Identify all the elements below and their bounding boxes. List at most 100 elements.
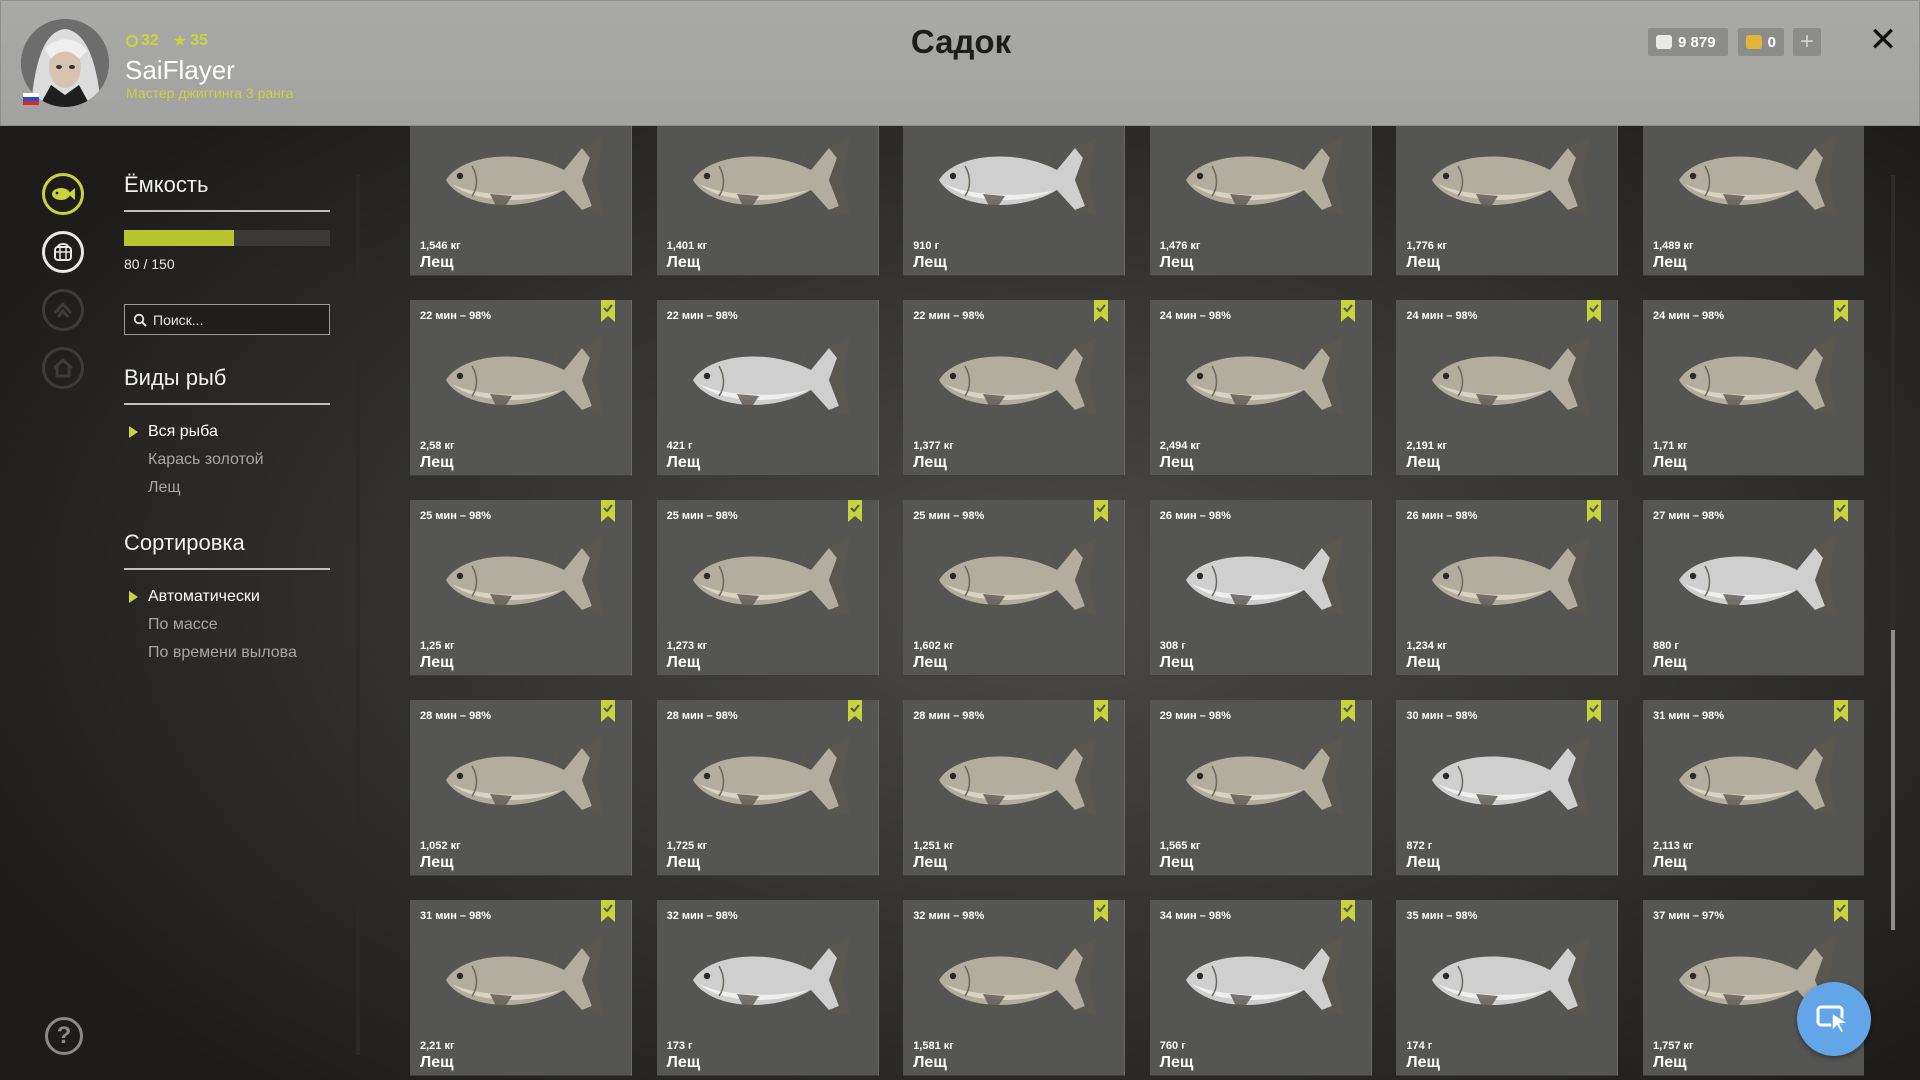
fish-card[interactable]: 24 мин – 98% 1,71 кг Лещ	[1642, 300, 1864, 476]
bookmark-icon[interactable]	[1587, 300, 1602, 322]
fish-card[interactable]: 910 г Лещ	[903, 126, 1126, 276]
fish-card[interactable]: 28 мин – 98% 1,725 кг Лещ	[656, 700, 879, 876]
catch-time: 26 мин – 98%	[1406, 510, 1478, 522]
fish-image	[1665, 732, 1845, 822]
fish-card[interactable]: 35 мин – 98% 174 г Лещ	[1396, 900, 1619, 1076]
fish-card[interactable]: 26 мин – 98% 1,234 кг Лещ	[1396, 500, 1619, 676]
fish-card[interactable]: 28 мин – 98% 1,251 кг Лещ	[903, 700, 1126, 876]
keepnet-tab-icon[interactable]	[42, 231, 84, 273]
sort-option-item[interactable]: Автоматически	[124, 583, 330, 611]
fish-tab-icon[interactable]	[42, 173, 84, 215]
plus-icon[interactable]: +	[1793, 28, 1821, 56]
fish-card[interactable]: 1,476 кг Лещ	[1149, 126, 1372, 276]
upgrade-tab-icon[interactable]	[42, 289, 84, 331]
bookmark-icon[interactable]	[1833, 700, 1848, 722]
fish-card[interactable]: 29 мин – 98% 1,565 кг Лещ	[1149, 700, 1372, 876]
bookmark-icon[interactable]	[601, 300, 615, 322]
fish-image	[432, 732, 612, 822]
fish-image	[1418, 332, 1598, 422]
fish-card[interactable]: 30 мин – 98% 872 г Лещ	[1396, 700, 1619, 876]
fish-name: Лещ	[666, 254, 701, 271]
fish-name: Лещ	[666, 654, 701, 671]
fish-grid: 1,546 кг Лещ 1,401 кг Лещ 910 г Лещ 1,476 кг Ле…	[410, 126, 1864, 1076]
fish-weight: 1,25 кг	[420, 640, 455, 652]
catch-time: 37 мин – 97%	[1652, 910, 1725, 922]
fish-card[interactable]: 34 мин – 98% 760 г Лещ	[1149, 900, 1372, 1076]
gold-coin-icon	[1746, 35, 1762, 49]
bookmark-icon[interactable]	[1833, 500, 1848, 522]
close-icon[interactable]: ✕	[1866, 23, 1900, 57]
help-icon[interactable]: ?	[45, 1017, 83, 1055]
fish-card[interactable]: 28 мин – 98% 1,052 кг Лещ	[410, 700, 632, 876]
fish-weight: 910 г	[913, 240, 940, 252]
bookmark-icon[interactable]	[1833, 900, 1848, 922]
fish-name: Лещ	[1159, 454, 1194, 471]
bookmark-icon[interactable]	[1094, 900, 1109, 922]
search-box[interactable]	[124, 304, 330, 335]
bookmark-icon[interactable]	[601, 500, 615, 522]
fish-weight: 2,113 кг	[1652, 840, 1694, 852]
bookmark-icon[interactable]	[1340, 700, 1355, 722]
silver-balance: 9 879	[1648, 28, 1728, 56]
scrollbar-thumb[interactable]	[1891, 630, 1895, 930]
fish-name: Лещ	[913, 254, 947, 271]
fish-card[interactable]: 25 мин – 98% 1,602 кг Лещ	[903, 500, 1126, 676]
fish-card[interactable]: 1,401 кг Лещ	[656, 126, 879, 276]
fish-image	[432, 332, 612, 422]
fish-name: Лещ	[1406, 454, 1440, 471]
fish-image	[1172, 532, 1352, 622]
fish-card[interactable]: 32 мин – 98% 173 г Лещ	[656, 900, 879, 1076]
fish-card[interactable]: 22 мин – 98% 421 г Лещ	[656, 300, 879, 476]
fish-card[interactable]: 1,546 кг Лещ	[410, 126, 632, 276]
catch-time: 28 мин – 98%	[913, 710, 985, 722]
fish-name: Лещ	[1159, 854, 1194, 871]
cursor-mode-button[interactable]	[1797, 982, 1871, 1056]
fish-name: Лещ	[420, 454, 454, 471]
fish-image	[1172, 332, 1352, 422]
fish-name: Лещ	[666, 854, 701, 871]
fish-card[interactable]: 26 мин – 98% 308 г Лещ	[1149, 500, 1372, 676]
fish-weight: 1,565 кг	[1159, 840, 1201, 852]
bookmark-icon[interactable]	[601, 700, 615, 722]
fish-card[interactable]: 24 мин – 98% 2,494 кг Лещ	[1149, 300, 1372, 476]
fish-card[interactable]: 24 мин – 98% 2,191 кг Лещ	[1396, 300, 1619, 476]
fish-type-item[interactable]: Вся рыба	[124, 418, 330, 446]
capacity-label: 80 / 150	[124, 256, 175, 272]
catch-time: 22 мин – 98%	[420, 310, 492, 322]
bookmark-icon[interactable]	[847, 700, 862, 722]
fish-card[interactable]: 1,489 кг Лещ	[1642, 126, 1864, 276]
fish-type-item[interactable]: Карась золотой	[124, 446, 330, 474]
fish-name: Лещ	[1652, 1054, 1687, 1071]
fish-card[interactable]: 31 мин – 98% 2,21 кг Лещ	[410, 900, 632, 1076]
fish-weight: 2,58 кг	[420, 440, 455, 452]
bookmark-icon[interactable]	[847, 500, 862, 522]
fish-image	[679, 132, 859, 222]
bookmark-icon[interactable]	[1094, 300, 1109, 322]
bookmark-icon[interactable]	[1094, 500, 1109, 522]
bookmark-icon[interactable]	[1587, 500, 1602, 522]
bookmark-icon[interactable]	[1833, 300, 1848, 322]
fish-card[interactable]: 31 мин – 98% 2,113 кг Лещ	[1642, 700, 1864, 876]
bookmark-icon[interactable]	[1094, 700, 1109, 722]
fish-image	[1665, 132, 1845, 222]
fish-card[interactable]: 27 мин – 98% 880 г Лещ	[1642, 500, 1864, 676]
bookmark-icon[interactable]	[1340, 300, 1355, 322]
fish-card[interactable]: 22 мин – 98% 1,377 кг Лещ	[903, 300, 1126, 476]
fish-card[interactable]: 1,776 кг Лещ	[1396, 126, 1619, 276]
home-tab-icon[interactable]	[42, 347, 84, 389]
fish-weight: 421 г	[666, 440, 693, 452]
search-input[interactable]	[153, 311, 323, 328]
fish-card[interactable]: 25 мин – 98% 1,25 кг Лещ	[410, 500, 632, 676]
fish-name: Лещ	[1406, 1054, 1440, 1071]
fish-image	[925, 532, 1105, 622]
fish-type-item[interactable]: Лещ	[124, 474, 330, 502]
bookmark-icon[interactable]	[601, 900, 615, 922]
fish-card[interactable]: 22 мин – 98% 2,58 кг Лещ	[410, 300, 632, 476]
fish-card[interactable]: 32 мин – 98% 1,581 кг Лещ	[903, 900, 1126, 1076]
sort-option-item[interactable]: По массе	[124, 611, 330, 639]
sort-option-item[interactable]: По времени вылова	[124, 639, 330, 667]
fish-image	[1172, 932, 1352, 1022]
fish-card[interactable]: 25 мин – 98% 1,273 кг Лещ	[656, 500, 879, 676]
bookmark-icon[interactable]	[1587, 700, 1602, 722]
bookmark-icon[interactable]	[1340, 900, 1355, 922]
